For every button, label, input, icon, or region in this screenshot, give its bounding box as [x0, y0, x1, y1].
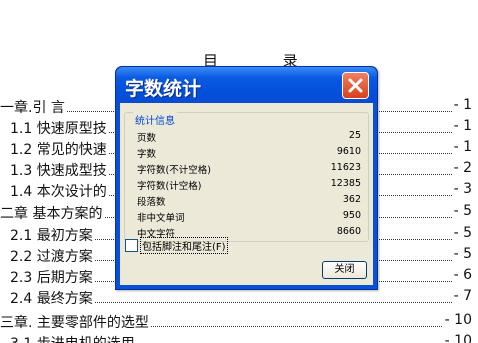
stat-row: 字符数(不计空格) 11623	[137, 162, 361, 176]
stat-value: 362	[342, 194, 361, 205]
toc-line-page: - 10	[442, 312, 472, 328]
toc-line-text: 3.1 步进电机的选用	[10, 333, 137, 343]
close-icon	[348, 78, 363, 93]
close-button[interactable]: 关闭	[322, 261, 367, 279]
toc-line-page: - 2	[451, 160, 472, 176]
stat-row: 非中文单词 950	[137, 210, 361, 224]
toc-line-page: - 3	[451, 181, 472, 197]
stat-label: 字符数(不计空格)	[137, 165, 211, 176]
toc-line-page: - 5	[451, 225, 472, 241]
stats-group-label: 统计信息	[133, 112, 177, 127]
toc-line-text: 1.3 快速成型技	[10, 160, 109, 180]
stat-value: 8660	[336, 226, 361, 237]
toc-line-page: - 1	[451, 97, 472, 113]
toc-line-text: 一章.引 言	[0, 97, 67, 117]
stat-row: 字符数(计空格) 12385	[137, 178, 361, 192]
stat-row: 字数 9610	[137, 146, 361, 160]
stat-value: 25	[348, 130, 361, 141]
toc-line-text: 二章 基本方案的	[0, 203, 105, 223]
toc-line-text: 1.2 常见的快速	[10, 139, 109, 159]
dialog-titlebar[interactable]: 字数统计	[116, 67, 377, 103]
toc-line-text: 2.1 最初方案	[10, 225, 95, 245]
toc-line-text: 1.4 本次设计的	[10, 181, 109, 201]
stat-row: 页数 25	[137, 130, 361, 144]
toc-line-page: - 1	[451, 139, 472, 155]
toc-line-text: 2.3 后期方案	[10, 267, 95, 287]
stat-row: 段落数 362	[137, 194, 361, 208]
include-footnotes-label[interactable]: 包括脚注和尾注(F)	[140, 237, 228, 254]
word-count-dialog: 字数统计 统计信息 页数 25 字数 9610 字符数(不计空格) 11623 …	[115, 66, 378, 290]
toc-line-page: - 5	[451, 246, 472, 262]
toc-line[interactable]: 3.1 步进电机的选用 - 10	[10, 333, 472, 343]
toc-line-page: - 1	[451, 118, 472, 134]
stat-label: 字数	[137, 149, 157, 160]
toc-line[interactable]: 2.4 最终方案 - 7	[10, 288, 472, 308]
dialog-title: 字数统计	[125, 78, 202, 100]
stats-group: 统计信息 页数 25 字数 9610 字符数(不计空格) 11623 字符数(计…	[124, 112, 369, 242]
toc-line-text: 三章. 主要零部件的选型	[0, 312, 151, 332]
toc-line-text: 1.1 快速原型技	[10, 118, 109, 138]
stat-label: 非中文单词	[137, 213, 185, 224]
toc-line-page: - 10	[442, 333, 472, 343]
toc-line-page: - 6	[451, 267, 472, 283]
include-footnotes-checkbox[interactable]	[125, 239, 138, 252]
stat-value: 12385	[330, 178, 361, 189]
toc-line-text: 2.2 过渡方案	[10, 246, 95, 266]
toc-line-text: 2.4 最终方案	[10, 288, 95, 308]
title-close-button[interactable]	[342, 72, 369, 99]
dialog-body: 统计信息 页数 25 字数 9610 字符数(不计空格) 11623 字符数(计…	[120, 103, 373, 285]
stat-value: 11623	[330, 162, 361, 173]
stat-value: 950	[342, 210, 361, 221]
toc-line-page: - 5	[451, 203, 472, 219]
stat-label: 段落数	[137, 197, 166, 208]
stat-value: 9610	[336, 146, 361, 157]
toc-line-page: - 7	[451, 288, 472, 304]
toc-line[interactable]: 三章. 主要零部件的选型 - 10	[0, 312, 472, 332]
stat-label: 页数	[137, 133, 157, 144]
stat-label: 字符数(计空格)	[137, 181, 202, 192]
